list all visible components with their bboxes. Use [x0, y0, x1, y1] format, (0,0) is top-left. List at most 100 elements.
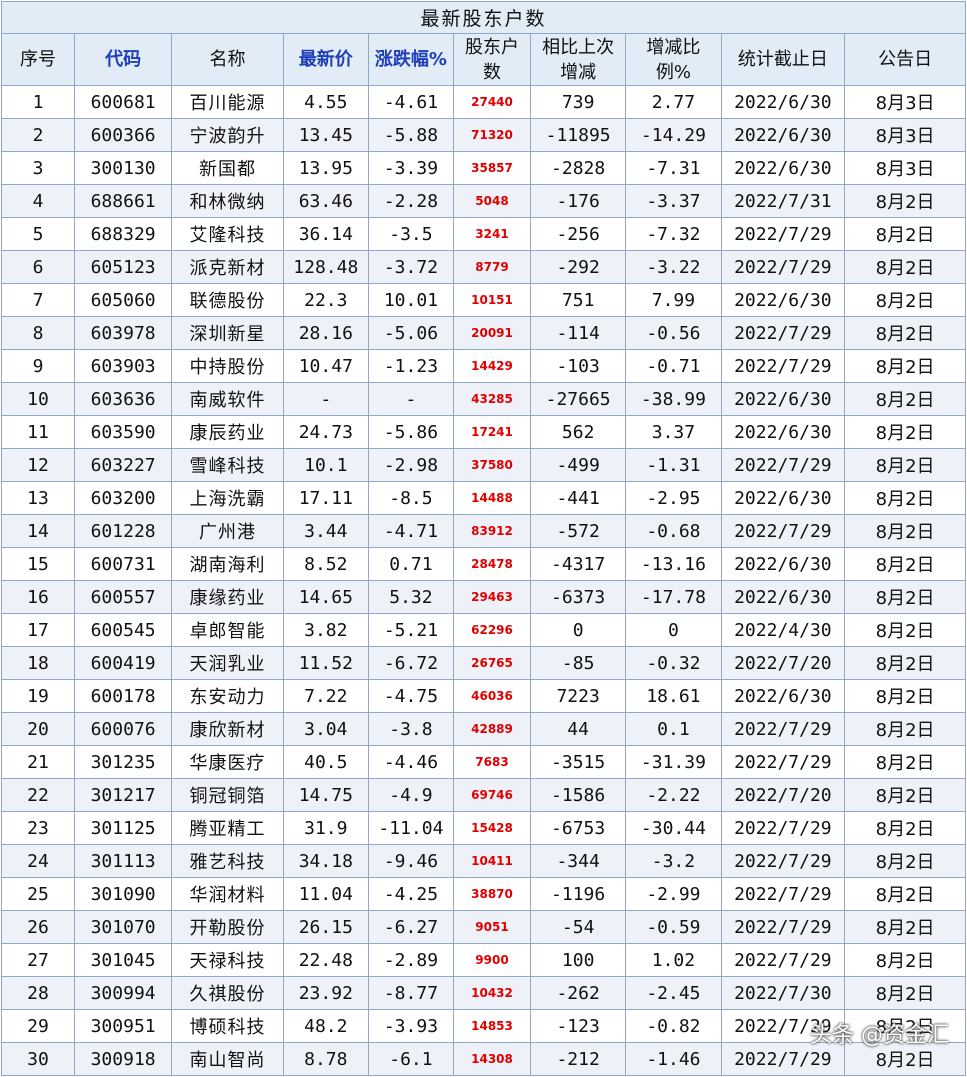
holder-diff-pct: -0.32	[625, 646, 722, 680]
latest-price: 10.1	[282, 448, 369, 482]
holder-diff-pct: 0	[625, 613, 722, 647]
latest-price: 7.22	[282, 679, 369, 713]
stock-name: 华润材料	[171, 877, 284, 911]
cutoff-date: 2022/7/20	[720, 646, 846, 680]
announce-date: 8月2日	[844, 514, 966, 548]
change-pct: -1.23	[367, 349, 455, 383]
latest-price: 40.5	[282, 745, 369, 779]
watermark: 头条 @资金汇	[810, 1023, 949, 1048]
stock-code: 301125	[73, 811, 173, 845]
row-index: 14	[1, 514, 75, 548]
latest-price: 63.46	[282, 184, 369, 218]
announce-date: 8月2日	[844, 349, 966, 383]
holder-count: 10151	[452, 283, 532, 317]
latest-price: 8.52	[282, 547, 369, 581]
holder-diff-pct: -38.99	[625, 382, 722, 416]
stock-name: 华康医疗	[171, 745, 284, 779]
change-pct: -5.21	[367, 613, 455, 647]
row-index: 6	[1, 250, 75, 284]
stock-name: 开勒股份	[171, 910, 284, 944]
row-index: 15	[1, 547, 75, 581]
holder-diff: 562	[530, 415, 627, 449]
stock-name: 腾亚精工	[171, 811, 284, 845]
stock-name: 派克新材	[171, 250, 284, 284]
announce-date: 8月2日	[844, 217, 966, 251]
announce-date: 8月2日	[844, 877, 966, 911]
table-row: 23 301125 腾亚精工 31.9 -11.04 15428 -6753 -30.44 20…	[1, 811, 966, 845]
table-row: 26 301070 开勒股份 26.15 -6.27 9051 -54 -0.59 2022/7…	[1, 910, 966, 944]
holder-diff: -1196	[530, 877, 627, 911]
row-index: 23	[1, 811, 75, 845]
table-row: 19 600178 东安动力 7.22 -4.75 46036 7223 18.61 2022/…	[1, 679, 966, 713]
announce-date: 8月2日	[844, 679, 966, 713]
announce-date: 8月2日	[844, 712, 966, 746]
cutoff-date: 2022/7/29	[720, 877, 846, 911]
holder-diff-pct: 2.77	[625, 85, 722, 119]
holder-diff-pct: 7.99	[625, 283, 722, 317]
announce-date: 8月2日	[844, 415, 966, 449]
holder-count: 71320	[452, 118, 532, 152]
cutoff-date: 2022/6/30	[720, 151, 846, 185]
change-pct: -3.5	[367, 217, 455, 251]
col-announce-date-header: 公告日	[844, 33, 966, 86]
latest-price: 34.18	[282, 844, 369, 878]
holder-diff-pct: -30.44	[625, 811, 722, 845]
holder-count: 83912	[452, 514, 532, 548]
stock-name: 天润乳业	[171, 646, 284, 680]
stock-code: 605123	[73, 250, 173, 284]
holder-diff: -54	[530, 910, 627, 944]
stock-code: 603636	[73, 382, 173, 416]
stock-name: 深圳新星	[171, 316, 284, 350]
stock-code: 600076	[73, 712, 173, 746]
cutoff-date: 2022/7/29	[720, 217, 846, 251]
latest-price: 26.15	[282, 910, 369, 944]
table-row: 27 301045 天禄科技 22.48 -2.89 9900 100 1.02 2022/7/…	[1, 943, 966, 977]
table-row: 14 601228 广州港 3.44 -4.71 83912 -572 -0.68 2022/7…	[1, 514, 966, 548]
row-index: 12	[1, 448, 75, 482]
cutoff-date: 2022/6/30	[720, 85, 846, 119]
stock-name: 康缘药业	[171, 580, 284, 614]
holder-diff-pct: -17.78	[625, 580, 722, 614]
holder-diff-pct: -3.37	[625, 184, 722, 218]
col-change-pct-header: 涨跌幅%	[367, 33, 455, 86]
table-row: 22 301217 铜冠铜箔 14.75 -4.9 69746 -1586 -2.22 2022…	[1, 778, 966, 812]
table-row: 11 603590 康辰药业 24.73 -5.86 17241 562 3.37 2022/6…	[1, 415, 966, 449]
stock-code: 600545	[73, 613, 173, 647]
holder-count: 14308	[452, 1042, 532, 1076]
table-row: 17 600545 卓郎智能 3.82 -5.21 62296 0 0 2022/4/30 8月2…	[1, 613, 966, 647]
holder-diff: -2828	[530, 151, 627, 185]
table-row: 9 603903 中持股份 10.47 -1.23 14429 -103 -0.71 2022/…	[1, 349, 966, 383]
change-pct: 0.71	[367, 547, 455, 581]
table-row: 16 600557 康缘药业 14.65 5.32 29463 -6373 -17.78 202…	[1, 580, 966, 614]
cutoff-date: 2022/7/29	[720, 943, 846, 977]
change-pct: -4.9	[367, 778, 455, 812]
latest-price: 31.9	[282, 811, 369, 845]
holder-diff-pct: 18.61	[625, 679, 722, 713]
holder-count: 62296	[452, 613, 532, 647]
table-row: 15 600731 湖南海利 8.52 0.71 28478 -4317 -13.16 2022…	[1, 547, 966, 581]
row-index: 26	[1, 910, 75, 944]
table-row: 8 603978 深圳新星 28.16 -5.06 20091 -114 -0.56 2022/…	[1, 316, 966, 350]
holder-diff-pct: -7.31	[625, 151, 722, 185]
announce-date: 8月2日	[844, 283, 966, 317]
latest-price: 13.95	[282, 151, 369, 185]
stock-code: 600366	[73, 118, 173, 152]
stock-name: 和林微纳	[171, 184, 284, 218]
row-index: 10	[1, 382, 75, 416]
holder-diff-pct: -31.39	[625, 745, 722, 779]
table-row: 2 600366 宁波韵升 13.45 -5.88 71320 -11895 -14.29 20…	[1, 118, 966, 152]
latest-price: 17.11	[282, 481, 369, 515]
table-row: 28 300994 久祺股份 23.92 -8.77 10432 -262 -2.45 2022…	[1, 976, 966, 1010]
latest-price: 3.82	[282, 613, 369, 647]
cutoff-date: 2022/6/30	[720, 382, 846, 416]
latest-price: 22.48	[282, 943, 369, 977]
change-pct: -11.04	[367, 811, 455, 845]
latest-price: 11.04	[282, 877, 369, 911]
change-pct: -4.71	[367, 514, 455, 548]
cutoff-date: 2022/7/29	[720, 811, 846, 845]
row-index: 27	[1, 943, 75, 977]
holder-count: 9900	[452, 943, 532, 977]
latest-price: -	[282, 382, 369, 416]
announce-date: 8月2日	[844, 382, 966, 416]
row-index: 8	[1, 316, 75, 350]
